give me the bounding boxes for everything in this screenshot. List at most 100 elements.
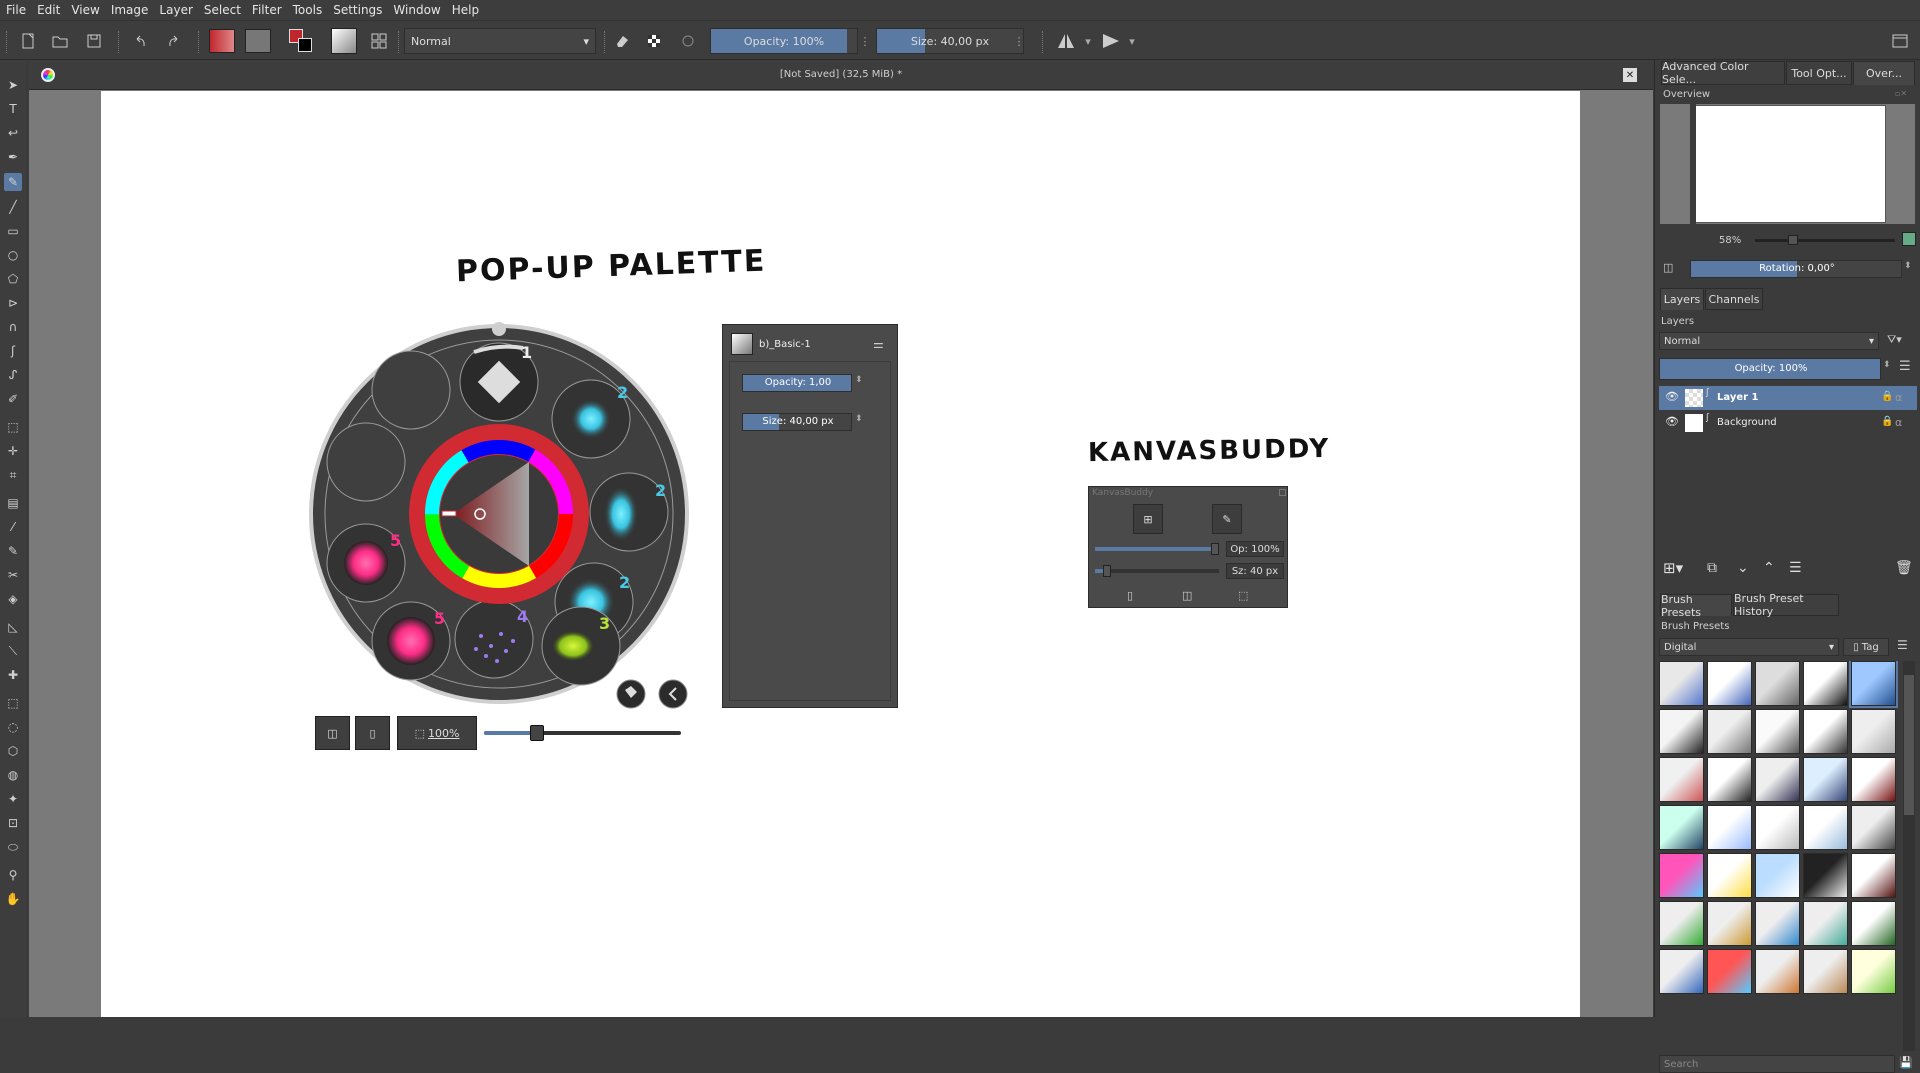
transform-tool-icon[interactable]: ⬚ [4,418,22,436]
mirror-horizontal-icon[interactable] [1052,28,1080,54]
brush-preset-thumbnail[interactable] [1803,901,1848,946]
pattern-swatch[interactable] [244,28,272,54]
rotation-slider[interactable]: Rotation: 0,00° [1690,260,1902,278]
rect-select-icon[interactable]: ⬚ [4,694,22,712]
brush-preset-thumbnail[interactable] [1707,709,1752,754]
zoom-tool-icon[interactable]: ⚲ [4,866,22,884]
kb-color-picker-button[interactable]: ✎ [1212,504,1242,534]
reload-preset-icon[interactable] [676,28,700,54]
menu-edit[interactable]: Edit [37,3,60,17]
mirror-icon[interactable]: ◫ [1182,589,1192,602]
document-tab[interactable]: [Not Saved] (32,5 MiB) * ✕ [29,60,1653,90]
save-preset-icon[interactable]: 💾 [1899,1056,1913,1069]
mirror-view-button[interactable]: ◫ [315,716,350,750]
zoom-100-button[interactable]: ⬚ 100% [397,716,477,750]
line-tool-icon[interactable]: ╱ [4,198,22,216]
freehand-path-icon[interactable]: ʃ [4,342,22,360]
brush-preset-thumbnail[interactable] [1707,901,1752,946]
brush-preset-thumbnail[interactable] [1851,757,1896,802]
gradient-tool-icon[interactable]: ▤ [4,494,22,512]
filter-icon[interactable]: ⛛▾ [1887,333,1902,347]
visibility-icon[interactable]: 👁 [1665,390,1679,403]
float-icon[interactable] [1279,489,1286,496]
rectangle-tool-icon[interactable]: ▭ [4,222,22,240]
edit-shapes-icon[interactable]: ↩ [4,124,22,142]
brush-preset-thumbnail[interactable] [1803,949,1848,994]
fill-tool-icon[interactable]: ◈ [4,590,22,608]
freehand-brush-icon[interactable]: ✎ [4,173,22,191]
preset-filter-select[interactable]: Digital ▾ [1659,638,1839,656]
menu-view[interactable]: View [71,3,99,17]
stepper-arrows-icon[interactable]: ⬍ [855,375,863,385]
brush-preset-thumbnail[interactable] [1755,757,1800,802]
brush-preset-thumbnail[interactable] [1659,901,1704,946]
move-tool-icon[interactable]: ✛ [4,442,22,460]
popup-palette[interactable]: 1 2 2 2 5 5 5 3 4 [301,316,701,721]
stepper-arrows-icon[interactable]: ⬍ [855,414,863,424]
brush-preset-thumbnail[interactable] [1803,661,1848,706]
menu-tools[interactable]: Tools [293,3,323,17]
stepper-arrows-icon[interactable]: ⬍ [1883,360,1891,370]
kb-presets-button[interactable]: ⊞ [1133,504,1163,534]
move-layer-down-icon[interactable]: ⌄ [1737,560,1749,576]
brush-preset-thumbnail[interactable] [1851,709,1896,754]
ellipse-select-icon[interactable]: ◌ [4,718,22,736]
gradient-swatch[interactable] [208,28,236,54]
measure-tool-icon[interactable]: ◺ [4,618,22,636]
kb-size-handle[interactable] [1103,565,1111,577]
layer-row[interactable]: 👁 ʃ Background 🔒 α [1659,411,1917,435]
color-selector[interactable] [286,28,316,54]
brush-size-slider[interactable]: Size: 40,00 px [742,413,852,431]
brush-preset-thumbnail[interactable] [1755,805,1800,850]
brush-preset-thumbnail[interactable] [1659,805,1704,850]
overview-zoom-fit-icon[interactable] [1902,232,1916,246]
mirror-vertical-options-icon[interactable]: ▾ [1126,28,1138,54]
tab-overview[interactable]: Over... [1853,61,1915,85]
tab-advanced-color[interactable]: Advanced Color Sele... [1661,60,1785,86]
menu-help[interactable]: Help [452,3,479,17]
canvas-only-button[interactable]: ▯ [355,716,390,750]
lock-icon[interactable]: 🔒 [1881,391,1893,402]
layer-properties-icon[interactable]: ☰ [1899,359,1911,374]
canvas-paper[interactable]: POP-UP PALETTE KANVASBUDDY 1 2 2 2 5 5 3… [101,91,1580,1017]
layers-blend-select[interactable]: Normal ▾ [1659,332,1879,350]
preset-slot-empty[interactable] [326,422,406,502]
popup-zoom-slider[interactable] [484,725,681,741]
settings-sliders-icon[interactable]: ⚌ [873,337,884,351]
brush-preset-thumbnail[interactable] [1755,949,1800,994]
opacity-slider-arrows[interactable]: ⋮ [860,28,871,54]
menu-file[interactable]: File [6,3,26,17]
kb-opacity-slider[interactable] [1095,543,1219,555]
alpha-lock-icon[interactable]: α [1895,391,1902,404]
polygon-select-icon[interactable]: ⬡ [4,742,22,760]
layer-options-icon[interactable]: ☰ [1789,560,1802,576]
ruler-tool-icon[interactable]: ⟍ [4,642,22,660]
bezier-tool-icon[interactable]: ∩ [4,318,22,336]
workspace-icon[interactable] [1888,28,1912,54]
assistant-tool-icon[interactable]: ✂ [4,566,22,584]
menu-select[interactable]: Select [204,3,241,17]
size-slider[interactable]: Size: 40,00 px [876,28,1024,54]
kb-opacity-handle[interactable] [1211,543,1219,555]
smart-patch-icon[interactable]: ✎ [4,542,22,560]
save-icon[interactable] [82,28,106,54]
brush-preset-thumbnail[interactable] [1707,757,1752,802]
new-document-icon[interactable] [16,28,40,54]
mirror-icon[interactable]: ◫ [1663,261,1673,274]
brush-preset-thumbnail[interactable] [1803,709,1848,754]
polyline-tool-icon[interactable]: ⊳ [4,294,22,312]
visibility-icon[interactable]: 👁 [1665,415,1679,428]
alpha-lock-icon[interactable]: α [1895,416,1902,429]
menu-layer[interactable]: Layer [159,3,192,17]
palette-rotate-handle[interactable] [492,322,506,336]
tab-channels[interactable]: Channels [1705,288,1763,310]
tab-brush-preset-history[interactable]: Brush Preset History [1733,592,1839,618]
similar-select-icon[interactable]: ⊡ [4,814,22,832]
grid-icon[interactable] [366,28,392,54]
menu-settings[interactable]: Settings [333,3,382,17]
brush-preset-thumbnail[interactable] [1755,901,1800,946]
add-layer-icon[interactable]: ⊞▾ [1663,559,1683,577]
blend-mode-select[interactable]: Normal ▾ [404,28,596,54]
size-slider-arrows[interactable]: ⋮ [1014,28,1025,54]
brush-preset-thumbnail[interactable] [1803,757,1848,802]
